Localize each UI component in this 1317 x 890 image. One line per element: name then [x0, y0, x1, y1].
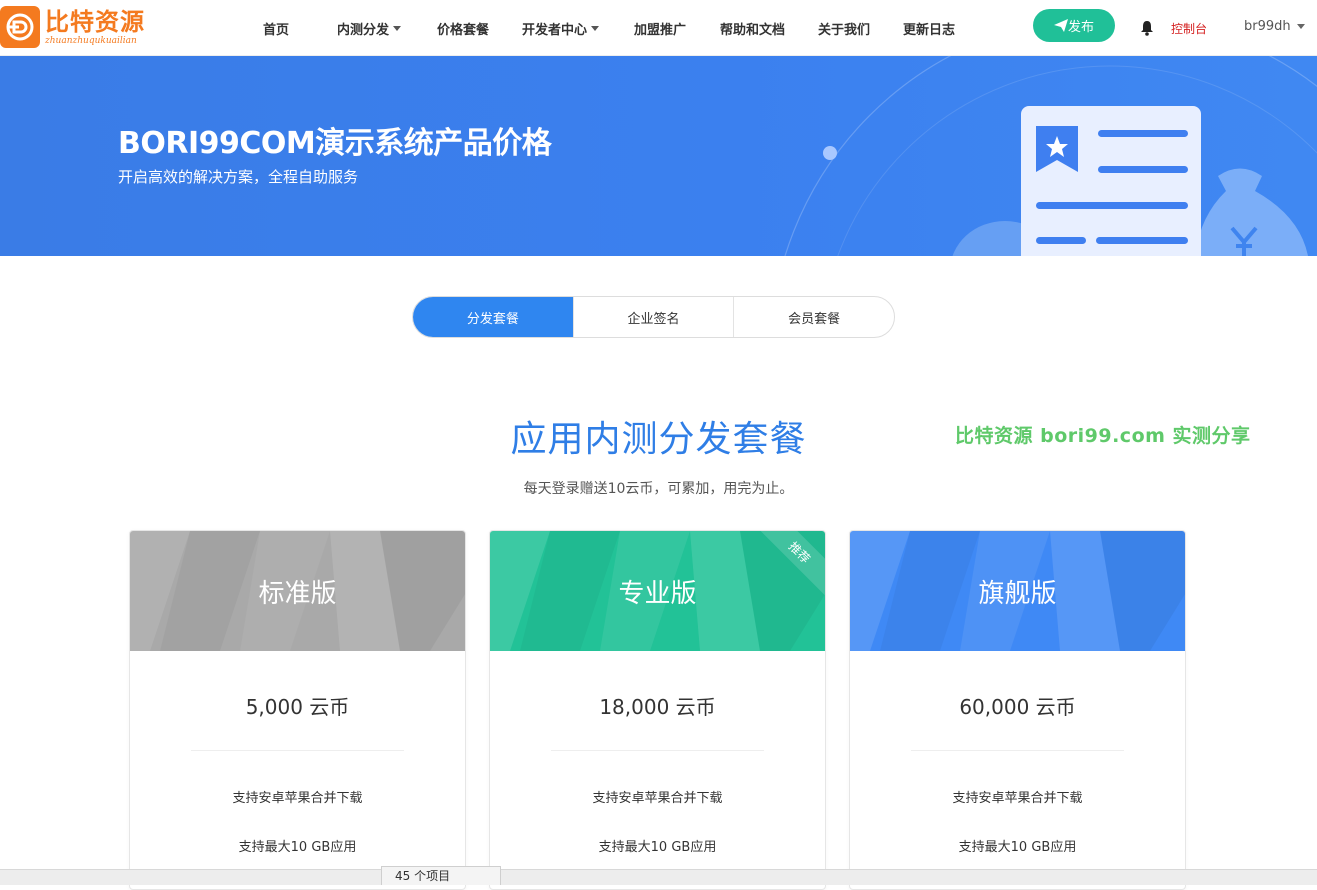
- hero-banner: BORI99COM演示系统产品价格 开启高效的解决方案，全程自助服务: [0, 56, 1317, 256]
- logo-title: 比特资源: [45, 7, 145, 36]
- nav-item-developer-center[interactable]: 开发者中心: [522, 0, 600, 56]
- bell-icon[interactable]: [1140, 20, 1154, 36]
- tab-distribution-plans[interactable]: 分发套餐: [413, 297, 574, 337]
- nav-item-affiliate[interactable]: 加盟推广: [634, 0, 686, 56]
- plan-card-flagship[interactable]: 旗舰版 60,000 云币 支持安卓苹果合并下载 支持最大10 GB应用: [849, 530, 1186, 890]
- nav-item-label: 帮助和文档: [720, 22, 786, 38]
- publish-button-label: 发布: [1067, 20, 1094, 35]
- plan-feature: 支持安卓苹果合并下载: [592, 791, 723, 806]
- section-subtitle: 每天登录赠送10云币，可累加，用完为止。: [523, 481, 794, 497]
- nav-item-label: 更新日志: [903, 22, 956, 38]
- plan-card-standard[interactable]: 标准版 5,000 云币 支持安卓苹果合并下载 支持最大10 GB应用: [129, 530, 466, 890]
- divider: [551, 750, 764, 751]
- plan-feature: 支持最大10 GB应用: [238, 840, 357, 855]
- chevron-down-icon: [393, 25, 402, 31]
- nav-item-label: 加盟推广: [634, 22, 687, 38]
- site-logo[interactable]: 比特资源 zhuanzhuqukuailian: [0, 5, 145, 49]
- plan-card-header: 旗舰版: [850, 531, 1185, 651]
- nav-item-help-docs[interactable]: 帮助和文档: [720, 0, 785, 56]
- publish-button[interactable]: 发布: [1033, 9, 1115, 42]
- site-header: 比特资源 zhuanzhuqukuailian 首页 内测分发 价格套餐 开发者…: [0, 0, 1317, 56]
- plan-name: 专业版: [618, 578, 697, 609]
- tab-membership-plans[interactable]: 会员套餐: [734, 297, 894, 337]
- nav-item-label: 价格套餐: [437, 22, 490, 38]
- chevron-down-icon: [1296, 24, 1305, 29]
- plan-feature: 支持最大10 GB应用: [958, 840, 1077, 855]
- nav-item-label: 开发者中心: [522, 22, 588, 38]
- username: br99dh: [1244, 19, 1291, 34]
- console-link[interactable]: 控制台: [1171, 20, 1207, 37]
- nav-item-changelog[interactable]: 更新日志: [903, 0, 955, 56]
- plan-price: 5,000 云币: [245, 695, 350, 719]
- plan-name: 标准版: [258, 578, 337, 609]
- nav-item-pricing[interactable]: 价格套餐: [437, 0, 489, 56]
- banner-subtitle: 开启高效的解决方案，全程自助服务: [118, 168, 359, 186]
- plan-feature: 支持安卓苹果合并下载: [232, 791, 363, 806]
- logo-subtitle: zhuanzhuqukuailian: [45, 35, 137, 46]
- paper-plane-icon: [1053, 19, 1068, 32]
- plan-price: 18,000 云币: [599, 695, 716, 719]
- chevron-down-icon: [591, 25, 600, 31]
- nav-item-label: 内测分发: [337, 22, 390, 38]
- logo-mark-icon: [0, 6, 40, 48]
- nav-item-about[interactable]: 关于我们: [818, 0, 870, 56]
- tab-enterprise-signing[interactable]: 企业签名: [574, 297, 735, 337]
- divider: [911, 750, 1124, 751]
- watermark: 比特资源 bori99.com 实测分享: [955, 425, 1251, 447]
- nav-item-label: 首页: [263, 22, 290, 38]
- nav-item-beta-distribution[interactable]: 内测分发: [337, 0, 402, 56]
- nav-item-label: 关于我们: [818, 22, 871, 38]
- plan-feature: 支持最大10 GB应用: [598, 840, 717, 855]
- divider: [191, 750, 404, 751]
- plan-card-professional[interactable]: 专业版 推荐 18,000 云币 支持安卓苹果合并下载 支持最大10 GB应用: [489, 530, 826, 890]
- explorer-status-bar: [0, 869, 1317, 885]
- user-menu[interactable]: br99dh: [1244, 19, 1305, 34]
- plan-tabs: 分发套餐 企业签名 会员套餐: [412, 296, 895, 338]
- plan-feature: 支持安卓苹果合并下载: [952, 791, 1083, 806]
- plan-card-header: 专业版 推荐: [490, 531, 825, 651]
- nav-item-home[interactable]: 首页: [263, 0, 289, 56]
- items-count: 45 个项目: [381, 866, 501, 885]
- plan-card-header: 标准版: [130, 531, 465, 651]
- plan-price: 60,000 云币: [959, 695, 1076, 719]
- banner-title: BORI99COM演示系统产品价格: [118, 126, 552, 161]
- plan-name: 旗舰版: [978, 578, 1057, 609]
